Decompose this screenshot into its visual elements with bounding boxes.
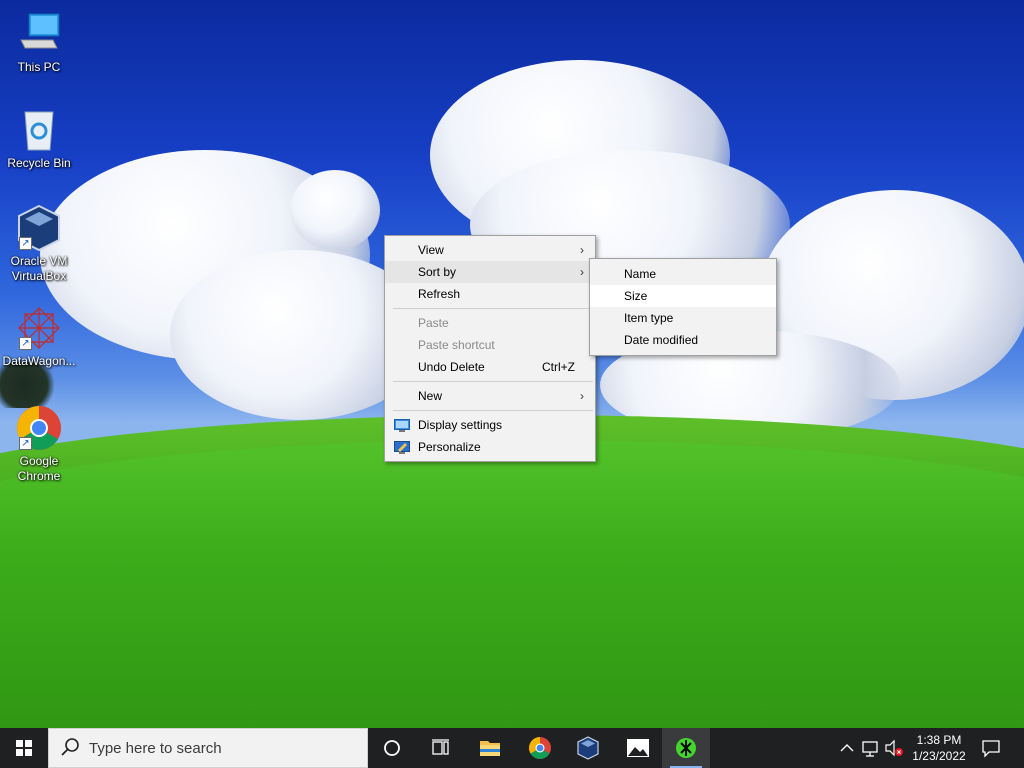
shortcut-arrow-icon: ↗ [19, 237, 32, 250]
network-icon [862, 741, 878, 757]
recycle-bin-icon [15, 106, 63, 154]
windows-logo-icon [16, 740, 32, 756]
menu-item-label: Paste [418, 316, 449, 330]
menu-item-sort-by[interactable]: Sort by › [385, 261, 595, 283]
search-placeholder: Type here to search [89, 740, 222, 757]
taskbar-search-box[interactable]: Type here to search [48, 728, 368, 768]
menu-item-new[interactable]: New › [385, 385, 595, 407]
chevron-right-icon: › [580, 389, 584, 403]
show-hidden-icons-button[interactable] [836, 728, 858, 768]
personalize-icon [394, 440, 410, 454]
chevron-up-icon [840, 744, 854, 752]
taskbar: Type here to search 1:38 PM 1/23/2022 [0, 728, 1024, 768]
menu-item-shortcut: Ctrl+Z [542, 360, 575, 374]
datawagon-icon: ↗ [15, 304, 63, 352]
menu-item-label: Paste shortcut [418, 338, 495, 352]
taskbar-chrome[interactable] [516, 728, 564, 768]
chrome-icon [529, 737, 551, 759]
action-center-button[interactable] [974, 728, 1008, 768]
menu-item-label: Display settings [418, 418, 503, 432]
notification-icon [982, 740, 1000, 758]
virtualbox-icon [577, 736, 599, 760]
taskbar-razer[interactable] [662, 728, 710, 768]
desktop-icon-datawagon[interactable]: ↗ DataWagon... [1, 304, 77, 369]
razer-icon [676, 738, 696, 758]
shortcut-arrow-icon: ↗ [19, 437, 32, 450]
menu-separator [393, 381, 593, 382]
desktop-icon-label: Recycle Bin [7, 156, 71, 170]
menu-item-label: Refresh [418, 287, 461, 301]
desktop-icon-virtualbox[interactable]: ↗ Oracle VM VirtualBox [1, 204, 77, 284]
display-settings-icon [394, 418, 410, 432]
this-pc-icon [15, 10, 63, 58]
start-button[interactable] [0, 728, 48, 768]
clock-time: 1:38 PM [916, 733, 962, 747]
volume-muted-icon [885, 739, 903, 757]
taskbar-virtualbox[interactable] [564, 728, 612, 768]
network-tray-button[interactable] [860, 728, 882, 768]
clock-date: 1/23/2022 [912, 749, 966, 763]
desktop-icon-google-chrome[interactable]: ↗ Google Chrome [1, 404, 77, 484]
photos-icon [627, 739, 649, 757]
desktop-icon-label: This PC [17, 60, 61, 74]
menu-item-paste-shortcut: Paste shortcut [385, 334, 595, 356]
submenu-item-name[interactable]: Name [590, 263, 776, 285]
volume-tray-button[interactable] [882, 728, 906, 768]
menu-item-label: Sort by [418, 265, 457, 279]
menu-item-undo-delete[interactable]: Undo Delete Ctrl+Z [385, 356, 595, 378]
virtualbox-icon: ↗ [15, 204, 63, 252]
menu-item-refresh[interactable]: Refresh [385, 283, 595, 305]
menu-item-personalize[interactable]: Personalize [385, 436, 595, 458]
menu-item-label: Personalize [418, 440, 481, 454]
search-icon [61, 738, 79, 756]
submenu-item-date-modified[interactable]: Date modified [590, 329, 776, 351]
submenu-item-item-type[interactable]: Item type [590, 307, 776, 329]
menu-item-label: Undo Delete [418, 360, 485, 374]
taskbar-photos[interactable] [614, 728, 662, 768]
chrome-icon: ↗ [15, 404, 63, 452]
shortcut-arrow-icon: ↗ [19, 337, 32, 350]
menu-item-label: New [418, 389, 443, 403]
menu-item-view[interactable]: View › [385, 239, 595, 261]
cortana-button[interactable] [368, 728, 416, 768]
menu-item-display-settings[interactable]: Display settings [385, 414, 595, 436]
hill [0, 440, 1024, 728]
desktop-icon-label: Google Chrome [17, 454, 61, 483]
file-explorer-icon [480, 741, 500, 756]
taskbar-file-explorer[interactable] [466, 728, 514, 768]
task-view-button[interactable] [416, 728, 464, 768]
chevron-right-icon: › [580, 265, 584, 279]
cortana-icon [384, 740, 400, 756]
desktop-icon-recycle-bin[interactable]: Recycle Bin [1, 106, 77, 171]
taskbar-clock[interactable]: 1:38 PM 1/23/2022 [906, 732, 972, 764]
menu-separator [393, 308, 593, 309]
desktop-context-menu: View › Sort by › Refresh Paste Paste sho… [384, 235, 596, 462]
menu-separator [393, 410, 593, 411]
task-view-icon [432, 739, 449, 755]
chevron-right-icon: › [580, 243, 584, 257]
sort-by-submenu: Name Size Item type Date modified [589, 258, 777, 356]
menu-item-label: View [418, 243, 444, 257]
submenu-item-size[interactable]: Size [590, 285, 776, 307]
desktop-icon-this-pc[interactable]: This PC [1, 10, 77, 75]
desktop-icon-label: Oracle VM VirtualBox [10, 254, 68, 283]
desktop-icon-label: DataWagon... [2, 354, 76, 368]
menu-item-paste: Paste [385, 312, 595, 334]
cloud [290, 170, 380, 250]
